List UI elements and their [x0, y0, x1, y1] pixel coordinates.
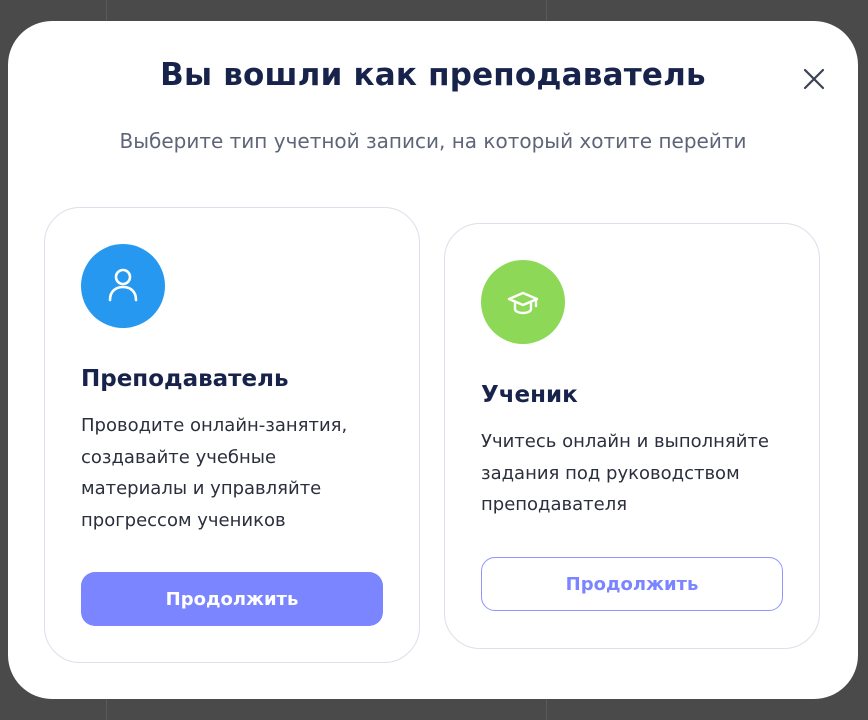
close-button[interactable]	[800, 65, 828, 93]
user-icon	[108, 268, 138, 302]
student-continue-button[interactable]: Продолжить	[481, 557, 783, 611]
modal-title: Вы вошли как преподаватель	[160, 57, 706, 93]
student-card-description: Учитесь онлайн и выполняйте задания под …	[481, 431, 769, 515]
teacher-avatar	[81, 244, 165, 328]
student-card-title: Ученик	[481, 382, 578, 408]
teacher-card-title: Преподаватель	[81, 366, 289, 392]
close-icon	[803, 68, 825, 90]
account-type-modal: Вы вошли как преподаватель Выберите тип …	[8, 21, 858, 699]
student-card: Ученик Учитесь онлайн и выполняйте задан…	[444, 223, 820, 649]
teacher-card-description: Проводите онлайн-занятия, создавайте уче…	[81, 415, 348, 531]
teacher-continue-button[interactable]: Продолжить	[81, 572, 383, 626]
modal-subtitle: Выберите тип учетной записи, на который …	[119, 129, 747, 153]
teacher-card: Преподаватель Проводите онлайн-занятия, …	[44, 207, 420, 663]
graduation-cap-icon	[507, 291, 539, 315]
student-avatar	[481, 260, 565, 344]
